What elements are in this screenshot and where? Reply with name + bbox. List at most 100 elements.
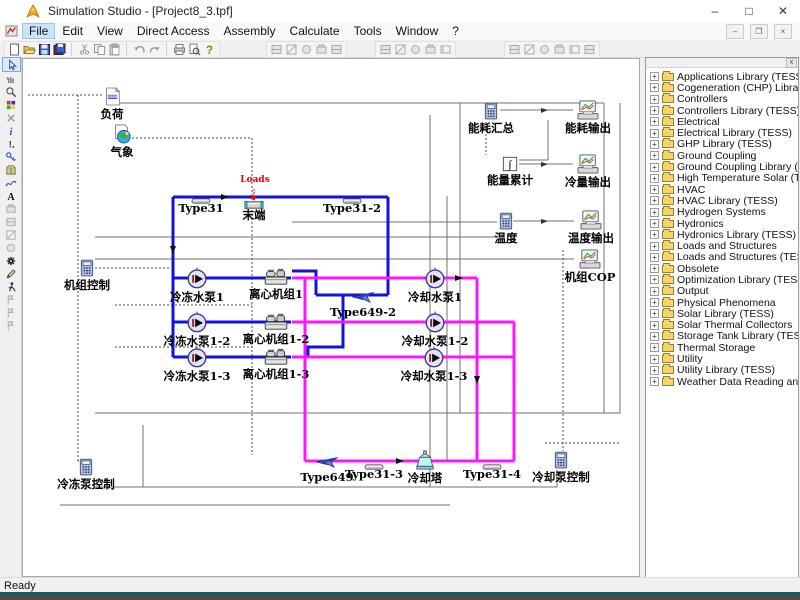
pan-icon[interactable] bbox=[2, 72, 19, 85]
document-stack-icon[interactable] bbox=[537, 43, 552, 56]
tree-item[interactable]: +Optimization Library (TESS) bbox=[646, 274, 798, 285]
actual-size-icon[interactable] bbox=[299, 43, 314, 56]
menu-item-file[interactable]: File bbox=[22, 23, 55, 39]
monitor-icon[interactable] bbox=[582, 43, 597, 56]
menu-item-?[interactable]: ? bbox=[445, 23, 466, 39]
close-button[interactable]: ✕ bbox=[766, 0, 800, 22]
tree-item[interactable]: +Output bbox=[646, 286, 798, 297]
tree-item[interactable]: +Physical Phenomena bbox=[646, 297, 798, 308]
expand-icon[interactable]: + bbox=[650, 377, 659, 386]
sort-down-icon[interactable] bbox=[393, 43, 408, 56]
menu-item-tools[interactable]: Tools bbox=[347, 23, 389, 39]
expand-icon[interactable]: + bbox=[650, 129, 659, 138]
key-icon[interactable] bbox=[2, 150, 19, 163]
expand-icon[interactable]: + bbox=[650, 343, 659, 352]
assembly-canvas[interactable]: USER负荷气象Type31末端Type31-2机组控制冷冻水泵1冷冻水泵1-2… bbox=[22, 58, 640, 577]
tile-2-icon[interactable] bbox=[2, 215, 19, 228]
tree-item[interactable]: +Thermal Storage bbox=[646, 342, 798, 353]
fit-height-icon[interactable] bbox=[284, 43, 299, 56]
minimize-button[interactable]: – bbox=[698, 0, 732, 22]
tile-1-icon[interactable] bbox=[2, 202, 19, 215]
expand-icon[interactable]: + bbox=[650, 287, 659, 296]
tree-item[interactable]: +Utility bbox=[646, 353, 798, 364]
tree-item[interactable]: +High Temperature Solar (TESS) bbox=[646, 173, 798, 184]
signature-icon[interactable] bbox=[438, 43, 453, 56]
hierarchy-icon[interactable] bbox=[378, 43, 393, 56]
expand-icon[interactable]: + bbox=[650, 95, 659, 104]
expand-icon[interactable]: + bbox=[650, 309, 659, 318]
menu-item-assembly[interactable]: Assembly bbox=[217, 23, 283, 39]
expand-icon[interactable]: + bbox=[650, 332, 659, 341]
open-icon[interactable] bbox=[22, 43, 37, 56]
run-icon[interactable] bbox=[2, 280, 19, 293]
expand-icon[interactable]: + bbox=[650, 208, 659, 217]
save-all-icon[interactable] bbox=[52, 43, 67, 56]
text-icon[interactable]: A bbox=[2, 189, 19, 202]
tree-item[interactable]: +Hydronics bbox=[646, 218, 798, 229]
tree-item[interactable]: +Obsolete bbox=[646, 263, 798, 274]
flag-1-icon[interactable] bbox=[2, 293, 19, 306]
cut-icon[interactable] bbox=[77, 43, 92, 56]
tree-item[interactable]: +Storage Tank Library (TESS) bbox=[646, 331, 798, 342]
tree-item[interactable]: +Cogeneration (CHP) Library (TESS) bbox=[646, 82, 798, 93]
expand-icon[interactable]: + bbox=[650, 117, 659, 126]
expand-icon[interactable]: + bbox=[650, 275, 659, 284]
tree-item[interactable]: +Solar Thermal Collectors bbox=[646, 320, 798, 331]
tree-item[interactable]: +Ground Coupling Library (TESS) bbox=[646, 161, 798, 172]
flag-2-icon[interactable] bbox=[2, 306, 19, 319]
expand-icon[interactable]: + bbox=[650, 264, 659, 273]
expand-icon[interactable]: + bbox=[650, 242, 659, 251]
expand-icon[interactable]: + bbox=[650, 83, 659, 92]
tile-4-icon[interactable] bbox=[2, 241, 19, 254]
expand-icon[interactable]: + bbox=[650, 185, 659, 194]
redo-icon[interactable] bbox=[147, 43, 162, 56]
expand-icon[interactable]: + bbox=[650, 355, 659, 364]
expand-icon[interactable]: + bbox=[650, 163, 659, 172]
info-icon[interactable]: i bbox=[2, 124, 19, 137]
rotate-icon[interactable] bbox=[522, 43, 537, 56]
pen-icon[interactable] bbox=[2, 267, 19, 280]
paste-icon[interactable] bbox=[107, 43, 122, 56]
expand-icon[interactable]: + bbox=[650, 196, 659, 205]
delete-icon[interactable] bbox=[2, 111, 19, 124]
mdi-close-button[interactable]: × bbox=[774, 24, 792, 39]
send-icon[interactable] bbox=[567, 43, 582, 56]
tile-3-icon[interactable] bbox=[2, 228, 19, 241]
expand-icon[interactable]: + bbox=[650, 219, 659, 228]
tree-item[interactable]: +Electrical bbox=[646, 116, 798, 127]
menu-item-view[interactable]: View bbox=[90, 23, 130, 39]
copy-icon[interactable] bbox=[92, 43, 107, 56]
tree-item[interactable]: +Applications Library (TESS) bbox=[646, 71, 798, 82]
print-icon[interactable] bbox=[172, 43, 187, 56]
tree-item[interactable]: +Ground Coupling bbox=[646, 150, 798, 161]
new-icon[interactable] bbox=[7, 43, 22, 56]
expand-icon[interactable]: + bbox=[650, 298, 659, 307]
tree-item[interactable]: +Controllers Library (TESS) bbox=[646, 105, 798, 116]
tree-item[interactable]: +Controllers bbox=[646, 94, 798, 105]
tree-item[interactable]: +Hydronics Library (TESS) bbox=[646, 229, 798, 240]
print-preview-icon[interactable] bbox=[187, 43, 202, 56]
color-grid-icon[interactable] bbox=[2, 98, 19, 111]
tile-windows-icon[interactable] bbox=[329, 43, 344, 56]
tree-item[interactable]: +Hydrogen Systems bbox=[646, 207, 798, 218]
panel-icon[interactable] bbox=[507, 43, 522, 56]
tree-item[interactable]: +Solar Library (TESS) bbox=[646, 308, 798, 319]
tree-item[interactable]: +Utility Library (TESS) bbox=[646, 365, 798, 376]
gear-icon[interactable] bbox=[2, 254, 19, 267]
tree-item[interactable]: +GHP Library (TESS) bbox=[646, 139, 798, 150]
fit-width-icon[interactable] bbox=[269, 43, 284, 56]
mdi-restore-button[interactable]: ❐ bbox=[750, 24, 768, 39]
tree-item[interactable]: +HVAC bbox=[646, 184, 798, 195]
expand-icon[interactable]: + bbox=[650, 321, 659, 330]
expand-icon[interactable]: + bbox=[650, 253, 659, 262]
undo-icon[interactable] bbox=[132, 43, 147, 56]
thermometer-icon[interactable] bbox=[423, 43, 438, 56]
flag-3-icon[interactable] bbox=[2, 319, 19, 332]
tree-item[interactable]: +Electrical Library (TESS) bbox=[646, 127, 798, 138]
maximize-button[interactable]: □ bbox=[732, 0, 766, 22]
tree-item[interactable]: +Loads and Structures (TESS) bbox=[646, 252, 798, 263]
table-icon[interactable] bbox=[408, 43, 423, 56]
menu-item-window[interactable]: Window bbox=[389, 23, 446, 39]
menu-item-edit[interactable]: Edit bbox=[55, 23, 90, 39]
zoom-icon[interactable] bbox=[2, 85, 19, 98]
